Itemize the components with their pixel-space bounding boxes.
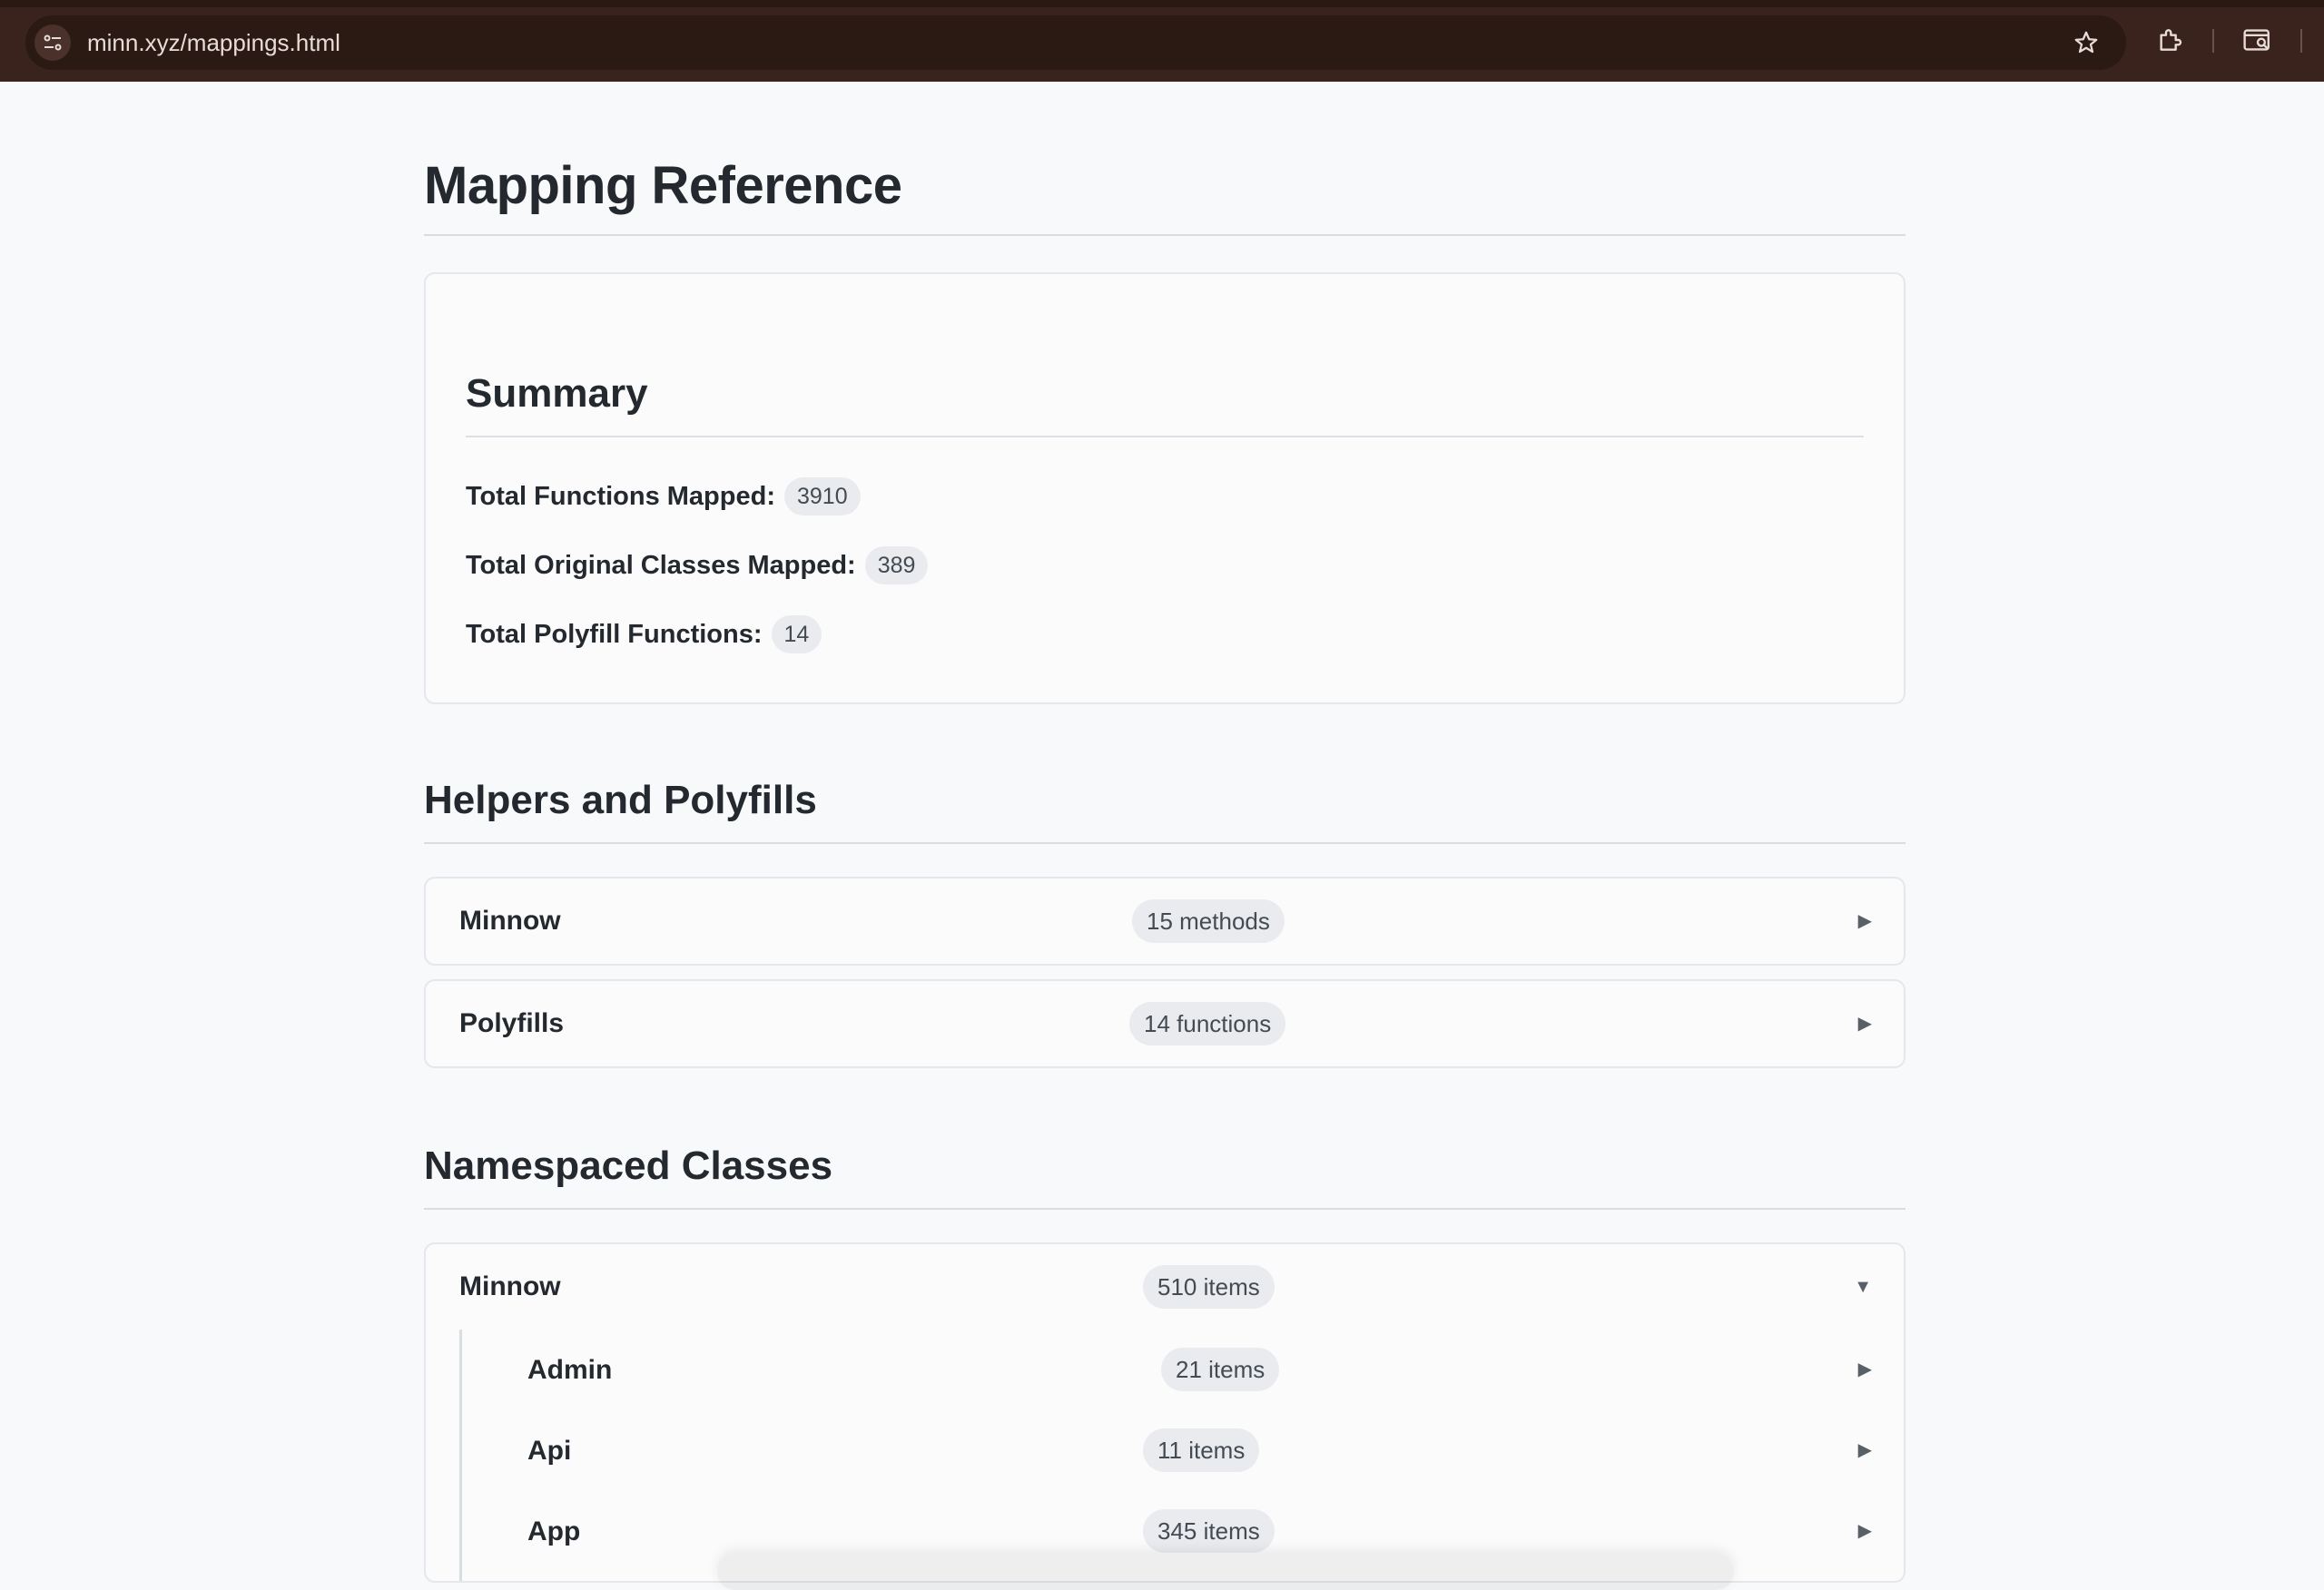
section-title: Helpers and Polyfills: [424, 780, 1905, 844]
address-bar[interactable]: minn.xyz/mappings.html: [25, 15, 2126, 70]
class-name: Api: [527, 1436, 572, 1466]
page-content: Mapping Reference Summary Total Function…: [424, 82, 1905, 1583]
count-badge: 21 items: [1161, 1348, 1280, 1391]
list-item[interactable]: Api 11 items ▶: [462, 1410, 1904, 1491]
floating-bar-edge: [717, 1554, 1734, 1590]
caret-right-icon[interactable]: ▶: [1858, 878, 1872, 964]
summary-title: Summary: [466, 374, 1864, 437]
collapsible-header[interactable]: Polyfills 14 functions ▶: [426, 981, 1904, 1066]
helpers-section: Helpers and Polyfills Minnow 15 methods …: [424, 780, 1905, 1068]
namespaced-section: Namespaced Classes Minnow 510 items ▼ Ad…: [424, 1146, 1905, 1583]
count-badge: 510 items: [1143, 1265, 1275, 1309]
child-list: Admin 21 items ▶ Api 11 items ▶ App 345 …: [459, 1330, 1904, 1581]
count-badge: 345 items: [1143, 1509, 1275, 1553]
collapsible-minnow-helpers[interactable]: Minnow 15 methods ▶: [424, 877, 1905, 966]
collapsible-header[interactable]: Minnow 510 items ▼: [426, 1244, 1904, 1330]
stat-value-badge: 389: [864, 546, 929, 584]
caret-right-icon[interactable]: ▶: [1858, 981, 1872, 1066]
list-item[interactable]: Admin 21 items ▶: [462, 1330, 1904, 1410]
browser-toolbar: minn.xyz/mappings.html: [0, 0, 2324, 82]
group-name: Minnow: [459, 906, 561, 936]
group-name: Polyfills: [459, 1008, 565, 1038]
stat-label: Total Polyfill Functions:: [466, 619, 763, 649]
class-name: App: [527, 1516, 581, 1546]
section-title: Namespaced Classes: [424, 1146, 1905, 1210]
stat-label: Total Functions Mapped:: [466, 481, 775, 511]
caret-right-icon[interactable]: ▶: [1858, 1410, 1872, 1491]
stat-row-functions: Total Functions Mapped: 3910: [466, 472, 1864, 521]
caret-down-icon[interactable]: ▼: [1854, 1244, 1872, 1330]
group-name: Minnow: [459, 1271, 561, 1301]
stat-value-badge: 14: [771, 615, 822, 653]
tune-icon[interactable]: [34, 25, 71, 61]
stat-row-polyfills: Total Polyfill Functions: 14: [466, 610, 1864, 659]
star-icon[interactable]: [2070, 26, 2102, 59]
class-name: Admin: [527, 1355, 613, 1385]
puzzle-icon[interactable]: [2152, 22, 2188, 58]
collapsible-header[interactable]: Minnow 15 methods ▶: [426, 878, 1904, 964]
stat-label: Total Original Classes Mapped:: [466, 550, 856, 580]
page-title: Mapping Reference: [424, 82, 1905, 236]
toolbar-divider: [2300, 29, 2302, 53]
caret-right-icon[interactable]: ▶: [1858, 1330, 1872, 1410]
caret-right-icon[interactable]: ▶: [1858, 1491, 1872, 1572]
stat-row-classes: Total Original Classes Mapped: 389: [466, 541, 1864, 590]
stat-value-badge: 3910: [784, 477, 861, 515]
tab-search-icon[interactable]: [2240, 22, 2276, 58]
summary-card: Summary Total Functions Mapped: 3910 Tot…: [424, 272, 1905, 704]
count-badge: 14 functions: [1129, 1002, 1286, 1045]
toolbar-divider: [2212, 29, 2214, 53]
collapsible-minnow-namespace[interactable]: Minnow 510 items ▼ Admin 21 items ▶ Api …: [424, 1242, 1905, 1583]
url-text[interactable]: minn.xyz/mappings.html: [87, 15, 340, 70]
count-badge: 15 methods: [1132, 899, 1285, 943]
tab-strip: [0, 0, 2324, 7]
count-badge: 11 items: [1143, 1428, 1260, 1472]
collapsible-polyfills[interactable]: Polyfills 14 functions ▶: [424, 979, 1905, 1068]
